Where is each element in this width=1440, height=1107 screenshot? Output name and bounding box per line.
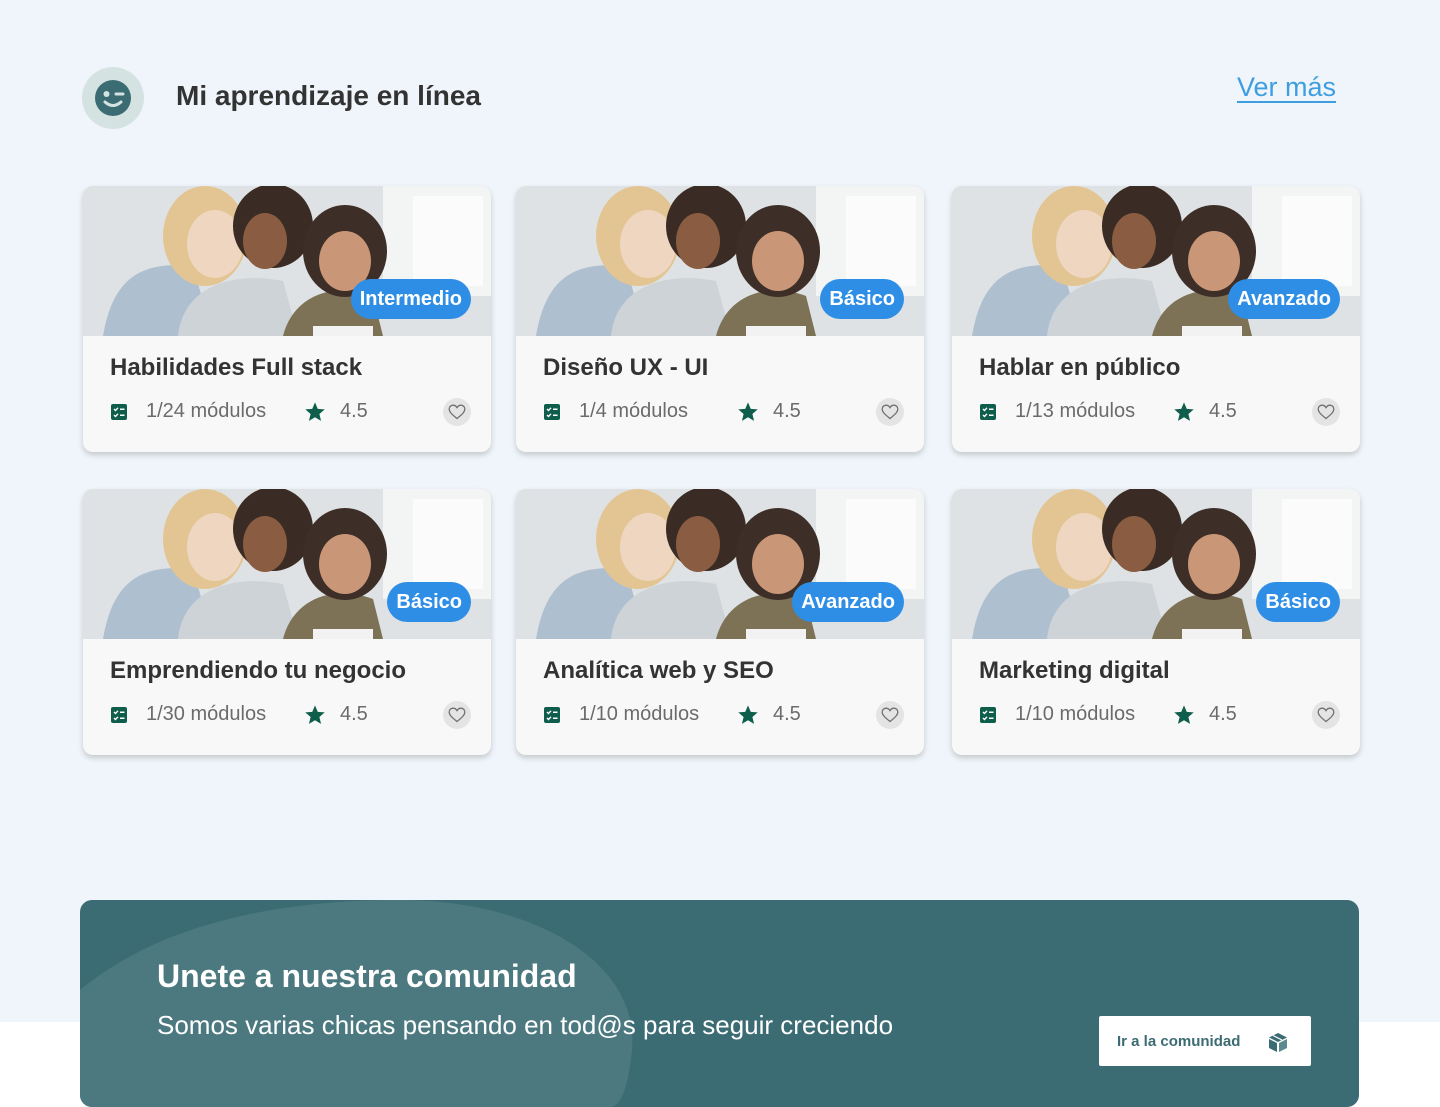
community-button-label: Ir a la comunidad xyxy=(1117,1032,1241,1050)
level-badge: Básico xyxy=(820,279,904,319)
course-card[interactable]: Básico Diseño UX - UI 1/4 módulos 4.5 xyxy=(516,186,924,452)
course-title: Marketing digital xyxy=(979,657,1170,684)
modules-icon xyxy=(980,707,996,723)
cube-icon xyxy=(1269,1033,1287,1052)
course-card[interactable]: Básico Marketing digital 1/10 módulos 4.… xyxy=(952,489,1360,755)
wink-face-icon xyxy=(95,80,131,116)
modules-icon xyxy=(980,404,996,420)
course-title: Diseño UX - UI xyxy=(543,354,709,381)
heart-icon xyxy=(881,404,899,420)
page-title: Mi aprendizaje en línea xyxy=(176,80,481,111)
star-icon xyxy=(738,705,758,724)
modules-icon xyxy=(111,707,127,723)
modules-progress: 1/13 módulos xyxy=(1015,400,1136,422)
course-card[interactable]: Avanzado Hablar en público 1/13 módulos … xyxy=(952,186,1360,452)
course-card[interactable]: Básico Emprendiendo tu negocio 1/30 módu… xyxy=(83,489,491,755)
course-rating: 4.5 xyxy=(773,400,801,422)
modules-progress: 1/30 módulos xyxy=(146,703,267,725)
level-badge: Intermedio xyxy=(350,279,471,319)
favorite-button[interactable] xyxy=(1312,398,1340,426)
heart-icon xyxy=(1317,404,1335,420)
heart-icon xyxy=(448,707,466,723)
level-badge: Básico xyxy=(1256,582,1340,622)
modules-progress: 1/24 módulos xyxy=(146,400,267,422)
favorite-button[interactable] xyxy=(443,398,471,426)
course-meta: 1/30 módulos 4.5 xyxy=(111,701,471,729)
heart-icon xyxy=(881,707,899,723)
course-card[interactable]: Intermedio Habilidades Full stack 1/24 m… xyxy=(83,186,491,452)
see-more-link[interactable]: Ver más xyxy=(1237,72,1336,103)
course-meta: 1/10 módulos 4.5 xyxy=(980,701,1340,729)
heart-icon xyxy=(448,404,466,420)
course-meta: 1/10 módulos 4.5 xyxy=(544,701,904,729)
avatar xyxy=(82,67,144,129)
community-banner: Unete a nuestra comunidad Somos varias c… xyxy=(80,900,1359,1107)
course-rating: 4.5 xyxy=(340,703,368,725)
modules-progress: 1/10 módulos xyxy=(579,703,700,725)
modules-icon xyxy=(544,404,560,420)
course-rating: 4.5 xyxy=(340,400,368,422)
course-rating: 4.5 xyxy=(1209,703,1237,725)
modules-progress: 1/10 módulos xyxy=(1015,703,1136,725)
course-title: Emprendiendo tu negocio xyxy=(110,657,407,684)
course-rating: 4.5 xyxy=(773,703,801,725)
decorative-blob xyxy=(80,900,633,1107)
favorite-button[interactable] xyxy=(876,701,904,729)
course-title: Analítica web y SEO xyxy=(543,657,774,684)
modules-icon xyxy=(544,707,560,723)
modules-icon xyxy=(111,404,127,420)
star-icon xyxy=(1174,402,1194,421)
course-title: Hablar en público xyxy=(979,354,1181,381)
star-icon xyxy=(305,705,325,724)
level-badge: Avanzado xyxy=(1228,279,1340,319)
course-rating: 4.5 xyxy=(1209,400,1237,422)
favorite-button[interactable] xyxy=(876,398,904,426)
course-meta: 1/24 módulos 4.5 xyxy=(111,398,471,426)
heart-icon xyxy=(1317,707,1335,723)
star-icon xyxy=(305,402,325,421)
course-meta: 1/4 módulos 4.5 xyxy=(544,398,904,426)
favorite-button[interactable] xyxy=(443,701,471,729)
favorite-button[interactable] xyxy=(1312,701,1340,729)
level-badge: Avanzado xyxy=(792,582,904,622)
go-to-community-button[interactable]: Ir a la comunidad xyxy=(1099,1016,1311,1066)
course-card[interactable]: Avanzado Analítica web y SEO 1/10 módulo… xyxy=(516,489,924,755)
community-subtitle: Somos varias chicas pensando en tod@s pa… xyxy=(157,1010,894,1040)
star-icon xyxy=(738,402,758,421)
course-title: Habilidades Full stack xyxy=(110,354,363,381)
level-badge: Básico xyxy=(387,582,471,622)
modules-progress: 1/4 módulos xyxy=(579,400,688,422)
star-icon xyxy=(1174,705,1194,724)
course-meta: 1/13 módulos 4.5 xyxy=(980,398,1340,426)
community-title: Unete a nuestra comunidad xyxy=(157,958,577,994)
